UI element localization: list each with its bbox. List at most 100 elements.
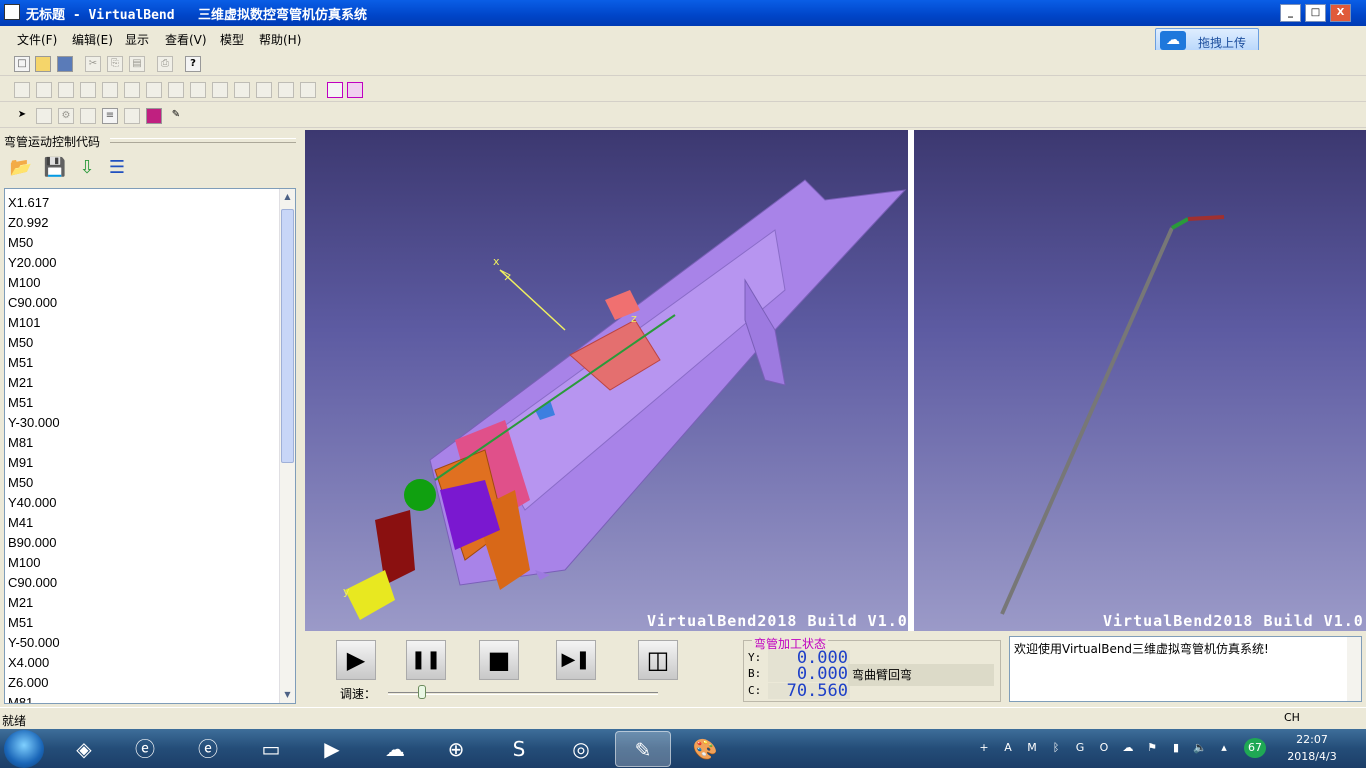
color-icon[interactable] bbox=[146, 108, 162, 124]
network-icon[interactable]: ▴ bbox=[1216, 740, 1232, 756]
code-list-box[interactable]: X1.617 Z0.992 M50 Y20.000 M100 C90.000 M101 M50… bbox=[4, 188, 296, 704]
single-view-icon[interactable] bbox=[327, 82, 343, 98]
view-shade-icon[interactable] bbox=[300, 82, 316, 98]
move-icon[interactable] bbox=[80, 108, 96, 124]
print-icon[interactable]: ⎙ bbox=[157, 56, 173, 72]
save-code-button[interactable]: 💾 bbox=[41, 154, 69, 182]
taskbar-cloud-icon[interactable]: ☁ bbox=[367, 731, 423, 767]
code-line[interactable]: M100 bbox=[8, 273, 280, 293]
tube-3d-viewport[interactable]: VirtualBend2018 Build V1.0 bbox=[914, 130, 1366, 631]
help-icon[interactable]: ? bbox=[185, 56, 201, 72]
menu-view[interactable]: 查看(V) bbox=[165, 31, 207, 48]
message-box[interactable]: 欢迎使用VirtualBend三维虚拟弯管机仿真系统! bbox=[1009, 636, 1362, 702]
list-icon[interactable]: ≡ bbox=[102, 108, 118, 124]
copy-icon[interactable]: ⎘ bbox=[107, 56, 123, 72]
code-line[interactable]: M41 bbox=[8, 513, 280, 533]
import-code-button[interactable]: ⇩ bbox=[73, 154, 101, 182]
pen-icon[interactable]: ✎ bbox=[168, 108, 184, 124]
code-line[interactable]: Y40.000 bbox=[8, 493, 280, 513]
message-scrollbar[interactable] bbox=[1347, 637, 1361, 701]
clock[interactable]: 22:07 2018/4/3 bbox=[1282, 731, 1342, 765]
taskbar-paint-icon[interactable]: 🎨 bbox=[677, 731, 733, 767]
taskbar-folder-icon[interactable]: ▭ bbox=[243, 731, 299, 767]
taskbar-app-1[interactable]: ◈ bbox=[56, 731, 112, 767]
speed-slider-track[interactable] bbox=[388, 692, 658, 695]
code-line[interactable]: M51 bbox=[8, 613, 280, 633]
minimize-button[interactable]: _ bbox=[1280, 4, 1301, 22]
code-line[interactable]: M101 bbox=[8, 313, 280, 333]
play-button[interactable]: ▶ bbox=[336, 640, 376, 680]
volume-icon[interactable]: 🔈 bbox=[1192, 740, 1208, 756]
taskbar-search-icon[interactable]: S bbox=[491, 731, 547, 767]
code-line[interactable]: Y20.000 bbox=[8, 253, 280, 273]
tray-pdf-icon[interactable]: A bbox=[1000, 740, 1016, 756]
save-icon[interactable] bbox=[57, 56, 73, 72]
checklist-button[interactable]: ☰ bbox=[103, 154, 131, 182]
code-line[interactable]: Z6.000 bbox=[8, 673, 280, 693]
scroll-up-icon[interactable]: ▲ bbox=[280, 189, 295, 205]
code-line[interactable]: C90.000 bbox=[8, 573, 280, 593]
view-right-icon[interactable] bbox=[190, 82, 206, 98]
view-axis-icon[interactable] bbox=[80, 82, 96, 98]
maximize-button[interactable]: □ bbox=[1305, 4, 1326, 22]
scroll-thumb[interactable] bbox=[281, 209, 294, 463]
close-button[interactable]: X bbox=[1330, 4, 1351, 22]
code-line[interactable]: M81 bbox=[8, 693, 280, 703]
view-left-icon[interactable] bbox=[168, 82, 184, 98]
tray-cloud-icon[interactable]: ☁ bbox=[1120, 740, 1136, 756]
flag-icon[interactable]: ⚑ bbox=[1144, 740, 1160, 756]
menu-display[interactable]: 显示 bbox=[125, 31, 149, 48]
code-line[interactable]: M50 bbox=[8, 333, 280, 353]
scroll-down-icon[interactable]: ▼ bbox=[280, 687, 295, 703]
upload-button[interactable]: ☁ 拖拽上传 bbox=[1155, 28, 1259, 52]
code-line[interactable]: Z0.992 bbox=[8, 213, 280, 233]
view-wire-icon[interactable] bbox=[278, 82, 294, 98]
new-file-icon[interactable]: □ bbox=[14, 56, 30, 72]
code-line[interactable]: Y-50.000 bbox=[8, 633, 280, 653]
code-line[interactable]: M81 bbox=[8, 433, 280, 453]
code-line[interactable]: Y-30.000 bbox=[8, 413, 280, 433]
split-view-icon[interactable] bbox=[347, 82, 363, 98]
split-button[interactable]: ◫ bbox=[638, 640, 678, 680]
code-line[interactable]: M50 bbox=[8, 473, 280, 493]
code-line[interactable]: M51 bbox=[8, 393, 280, 413]
code-scrollbar[interactable]: ▲ ▼ bbox=[279, 189, 295, 703]
code-line[interactable]: M91 bbox=[8, 453, 280, 473]
menu-help[interactable]: 帮助(H) bbox=[259, 31, 301, 48]
menu-model[interactable]: 模型 bbox=[220, 31, 244, 48]
select-arrow-icon[interactable]: ➤ bbox=[14, 108, 30, 124]
view-bottom-icon[interactable] bbox=[234, 82, 250, 98]
taskbar-browser-icon[interactable]: ⊕ bbox=[428, 731, 484, 767]
code-line[interactable]: M100 bbox=[8, 553, 280, 573]
tray-plus-icon[interactable]: + bbox=[976, 740, 992, 756]
view-front-icon[interactable] bbox=[124, 82, 140, 98]
start-button[interactable] bbox=[4, 730, 44, 768]
taskbar-app-2[interactable]: ◎ bbox=[553, 731, 609, 767]
open-folder-icon[interactable] bbox=[35, 56, 51, 72]
view-iso-icon[interactable] bbox=[102, 82, 118, 98]
taskbar-virtualbend-icon[interactable]: ✎ bbox=[615, 731, 671, 767]
view-cube-icon[interactable] bbox=[256, 82, 272, 98]
bluetooth-icon[interactable]: ᛒ bbox=[1048, 740, 1064, 756]
open-code-button[interactable]: 📂 bbox=[7, 154, 35, 182]
view-top-icon[interactable] bbox=[212, 82, 228, 98]
code-line[interactable]: M21 bbox=[8, 373, 280, 393]
taskbar-ie-alt-icon[interactable]: ⓔ bbox=[180, 731, 236, 767]
panel-grip[interactable] bbox=[110, 138, 296, 143]
gear-icon[interactable]: ⚙ bbox=[58, 108, 74, 124]
tray-g-icon[interactable]: G bbox=[1072, 740, 1088, 756]
code-line[interactable]: M50 bbox=[8, 233, 280, 253]
code-line[interactable]: X1.617 bbox=[8, 193, 280, 213]
pause-button[interactable]: ❚❚ bbox=[406, 640, 446, 680]
stop-button[interactable]: ■ bbox=[479, 640, 519, 680]
tray-badge[interactable]: 67 bbox=[1244, 738, 1266, 758]
speed-slider-thumb[interactable] bbox=[418, 685, 426, 699]
code-line[interactable]: C90.000 bbox=[8, 293, 280, 313]
view-back-icon[interactable] bbox=[146, 82, 162, 98]
menu-file[interactable]: 文件(F) bbox=[17, 31, 57, 48]
tray-office-icon[interactable]: O bbox=[1096, 740, 1112, 756]
step-forward-button[interactable]: ▶❚ bbox=[556, 640, 596, 680]
ime-indicator[interactable]: CH bbox=[1284, 711, 1300, 724]
view-fit-icon[interactable] bbox=[14, 82, 30, 98]
tool-icon[interactable] bbox=[124, 108, 140, 124]
